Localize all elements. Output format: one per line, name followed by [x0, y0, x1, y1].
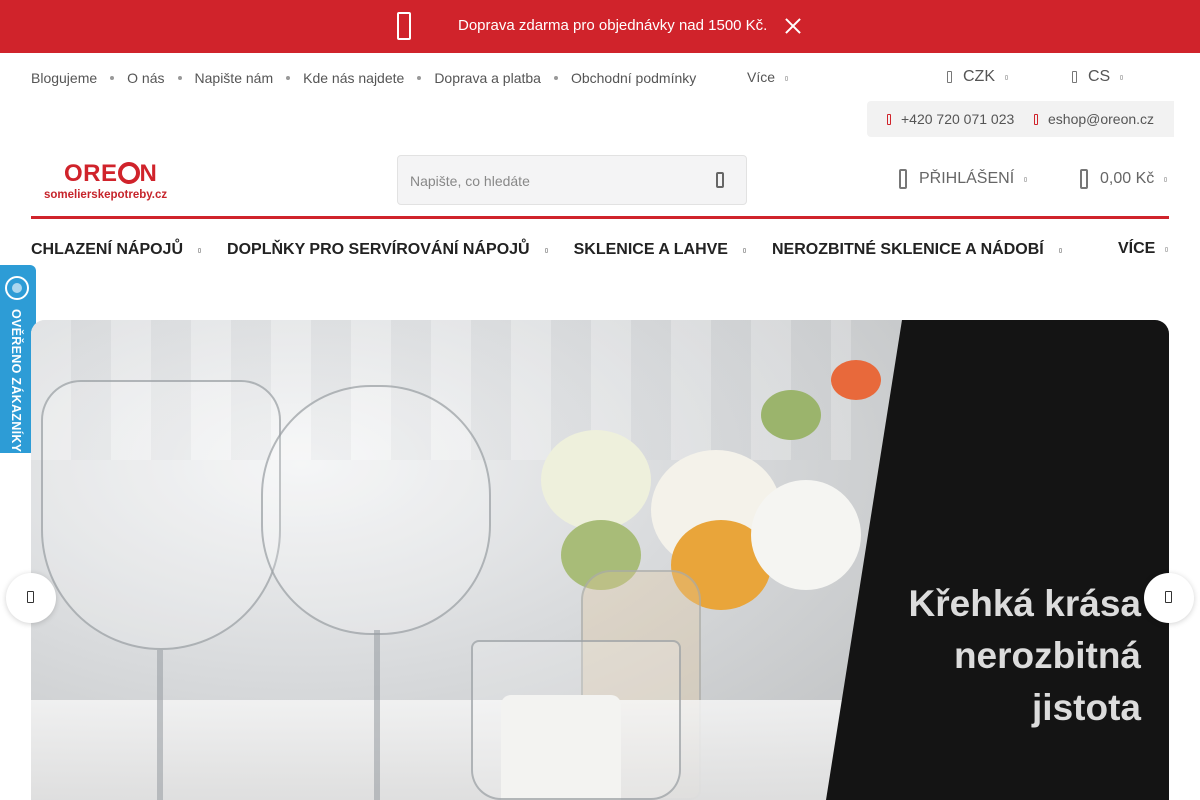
- cart-total: 0,00 Kč: [1100, 170, 1155, 187]
- language-value: CS: [1088, 68, 1111, 85]
- logo-brand: ORE N: [64, 160, 158, 187]
- login-label: PŘIHLÁŠENÍ: [919, 170, 1015, 187]
- toplink-blog[interactable]: Blogujeme: [31, 70, 97, 86]
- nav-item-cooling[interactable]: CHLAZENÍ NÁPOJŮ: [31, 241, 202, 259]
- language-selector[interactable]: CS: [1072, 68, 1124, 86]
- chevron-down-icon: [1165, 246, 1169, 252]
- search-icon[interactable]: [716, 172, 724, 188]
- logo-subtitle: somelierskepotreby.cz: [44, 189, 168, 201]
- search-input[interactable]: [410, 169, 700, 193]
- phone-icon: [887, 113, 891, 125]
- toplink-shipping[interactable]: Doprava a platba: [434, 70, 541, 86]
- separator-dot: [177, 76, 182, 80]
- hero-photo-flowers: [501, 320, 921, 620]
- hero-headline-line: jistota: [1032, 687, 1141, 728]
- currency-selector[interactable]: CZK: [947, 68, 1008, 86]
- chevron-down-icon: [1164, 176, 1168, 182]
- email-link[interactable]: eshop@oreon.cz: [1034, 111, 1154, 127]
- header-divider: [31, 216, 1169, 219]
- hero-headline-line: Křehká krása: [908, 583, 1141, 624]
- nav-item-label: SKLENICE A LAHVE: [573, 241, 728, 258]
- chevron-down-icon: [1024, 176, 1028, 182]
- chevron-left-icon[interactable]: [6, 573, 56, 623]
- chevron-down-icon: [785, 75, 789, 81]
- login-button[interactable]: PŘIHLÁŠENÍ: [899, 169, 1028, 189]
- hero-photo-glass: [261, 385, 491, 635]
- top-links: Blogujeme O nás Napište nám Kde nás najd…: [31, 69, 696, 87]
- email-icon: [1034, 113, 1038, 125]
- nav-item-glasses[interactable]: SKLENICE A LAHVE: [574, 241, 746, 259]
- toplink-location[interactable]: Kde nás najdete: [303, 70, 404, 86]
- chevron-down-icon: [198, 247, 202, 253]
- nav-item-label: NEROZBITNÉ SKLENICE A NÁDOBÍ: [771, 241, 1044, 258]
- nav-item-label: CHLAZENÍ NÁPOJŮ: [31, 241, 184, 258]
- search-bar: [397, 155, 747, 205]
- hero-photo-glass: [41, 380, 281, 650]
- logo-o-mark: [117, 162, 140, 184]
- toplinks-more-dropdown[interactable]: Více: [747, 69, 789, 85]
- toplink-about[interactable]: O nás: [127, 70, 164, 86]
- chevron-down-icon: [742, 247, 746, 253]
- badge-label: OVĚŘENO ZÁKAZNÍKY: [9, 309, 23, 453]
- promo-message: Doprava zdarma pro objednávky nad 1500 K…: [458, 17, 768, 34]
- nav-more-dropdown[interactable]: VÍCE: [1118, 240, 1169, 258]
- truck-icon: [397, 12, 411, 40]
- separator-dot: [286, 76, 291, 80]
- contact-box: +420 720 071 023 eshop@oreon.cz: [867, 101, 1174, 137]
- phone-link[interactable]: +420 720 071 023: [887, 111, 1014, 127]
- chevron-down-icon: [544, 247, 548, 253]
- chevron-right-icon[interactable]: [1144, 573, 1194, 623]
- nav-more-label: VÍCE: [1118, 240, 1156, 257]
- nav-item-label: DOPLŇKY PRO SERVÍROVÁNÍ NÁPOJŮ: [227, 241, 530, 258]
- separator-dot: [110, 76, 115, 80]
- email-address: eshop@oreon.cz: [1048, 111, 1155, 127]
- nav-item-serving[interactable]: DOPLŇKY PRO SERVÍROVÁNÍ NÁPOJŮ: [227, 241, 548, 259]
- hero-photo-tumbler: [471, 640, 681, 800]
- hero-headline-line: nerozbitná: [953, 635, 1141, 676]
- currency-icon: [947, 71, 952, 83]
- separator-dot: [553, 76, 558, 80]
- hero-headline: Křehká krása nerozbitná jistota: [909, 578, 1141, 734]
- cart-icon: [1080, 169, 1088, 189]
- nav-item-unbreakable[interactable]: NEROZBITNÉ SKLENICE A NÁDOBÍ: [772, 241, 1062, 259]
- chevron-down-icon: [1120, 74, 1124, 80]
- separator-dot: [417, 76, 422, 80]
- chevron-down-icon: [1005, 74, 1008, 80]
- chevron-down-icon: [1058, 247, 1062, 253]
- language-icon: [1072, 71, 1077, 83]
- close-icon[interactable]: [780, 13, 804, 39]
- currency-value: CZK: [963, 68, 995, 85]
- site-logo[interactable]: ORE N somelierskepotreby.cz: [44, 160, 184, 204]
- user-icon: [899, 169, 907, 189]
- cart-button[interactable]: 0,00 Kč: [1080, 169, 1168, 189]
- verified-seal-icon: [5, 276, 29, 300]
- phone-number: +420 720 071 023: [901, 111, 1015, 127]
- promo-bar: Doprava zdarma pro objednávky nad 1500 K…: [0, 0, 1200, 53]
- toplinks-more-label: Více: [747, 69, 776, 85]
- hero-banner[interactable]: Křehká krása nerozbitná jistota: [31, 320, 1169, 800]
- main-navigation: CHLAZENÍ NÁPOJŮ DOPLŇKY PRO SERVÍROVÁNÍ …: [31, 240, 1088, 260]
- toplink-terms[interactable]: Obchodní podmínky: [571, 70, 696, 86]
- toplink-contact[interactable]: Napište nám: [195, 70, 274, 86]
